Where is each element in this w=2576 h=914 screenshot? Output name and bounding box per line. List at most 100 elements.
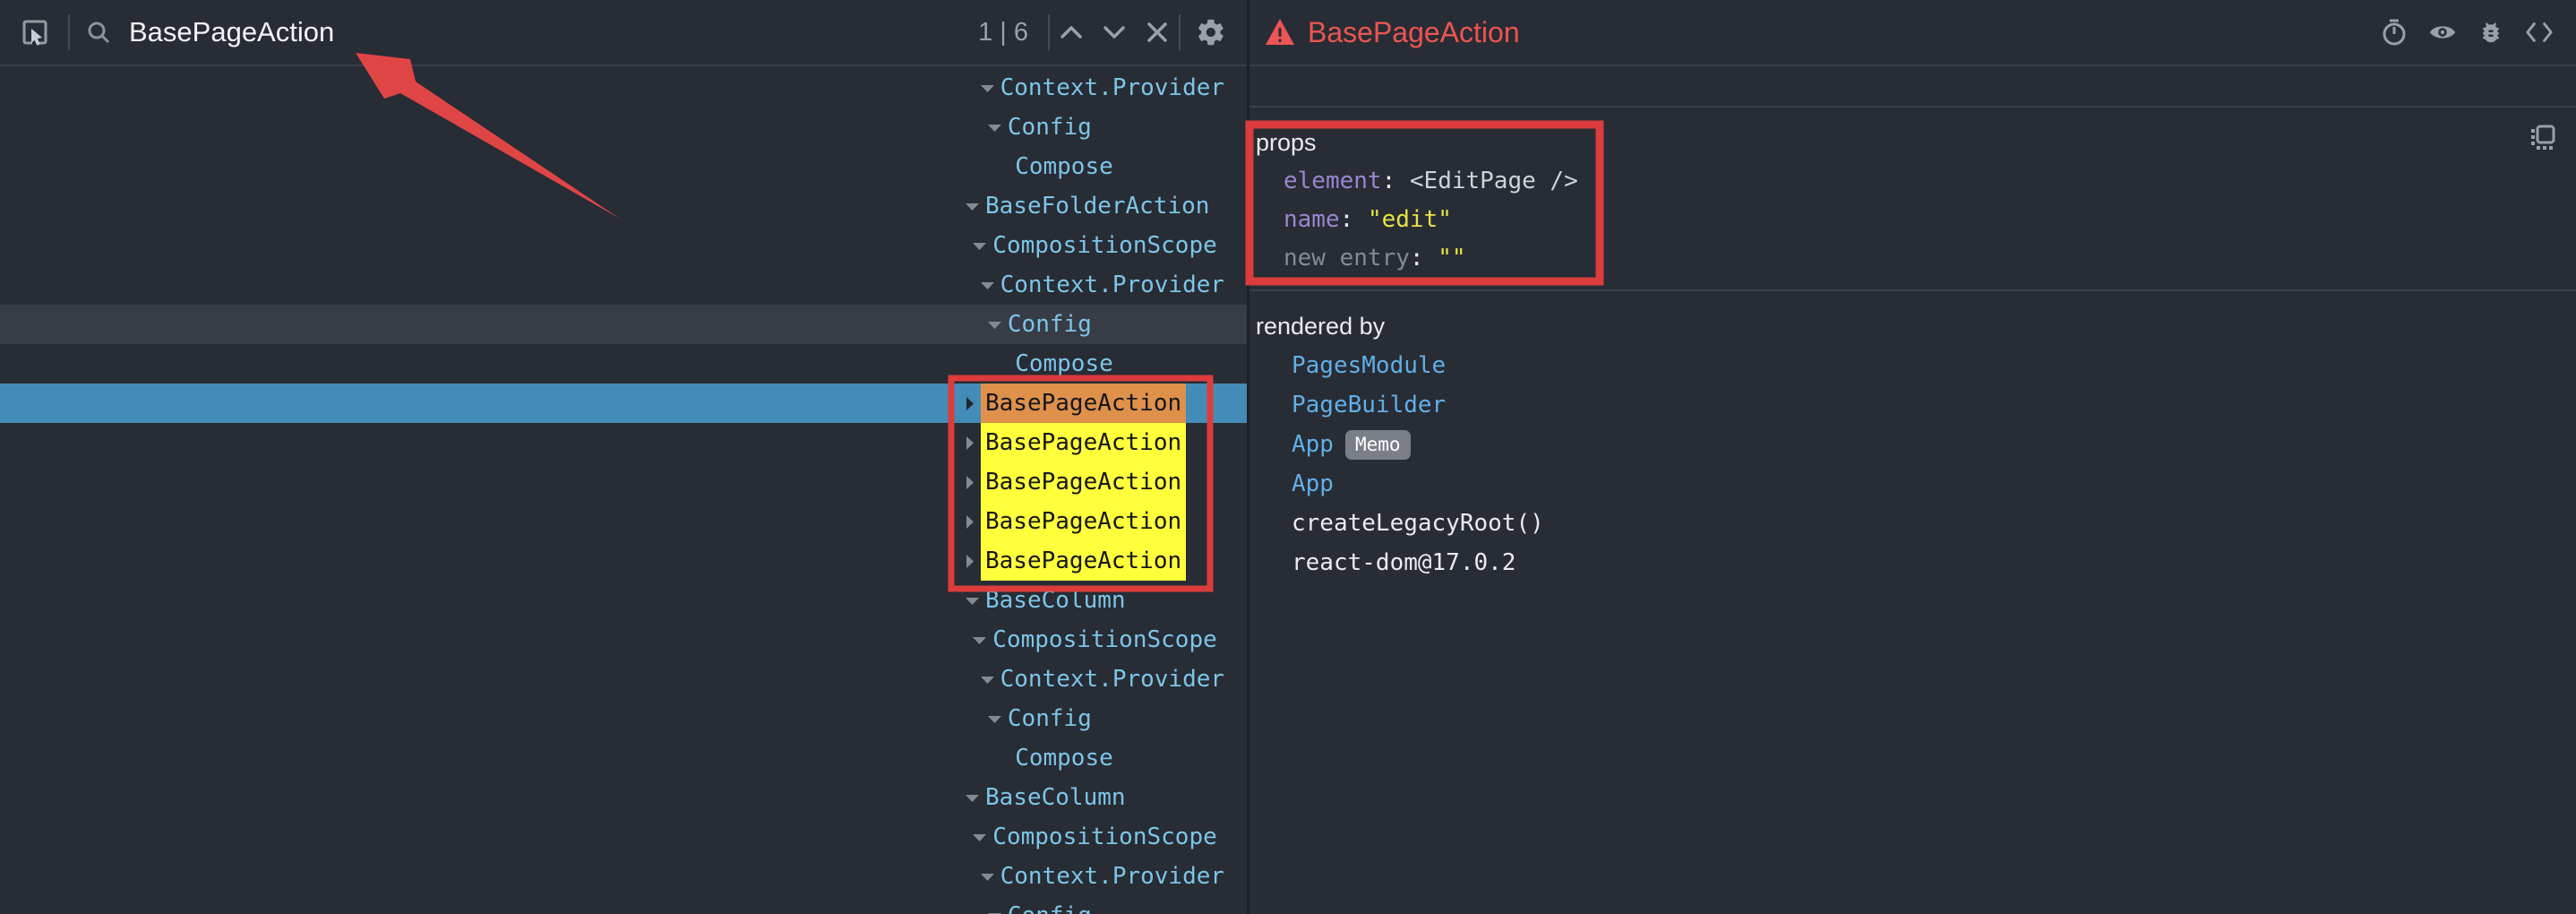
chevron-expanded-icon[interactable] <box>972 241 992 251</box>
component-name: BasePageAction <box>981 462 1186 502</box>
tree-row-compose[interactable]: Compose <box>0 344 1247 384</box>
component-name: BasePageAction <box>981 541 1186 581</box>
prop-key: new entry <box>1284 245 1410 272</box>
prop-value[interactable]: <EditPage /> <box>1410 168 1578 194</box>
component-name: Config <box>1008 896 1092 914</box>
tree-row-context-provider[interactable]: Context.Provider <box>0 857 1247 896</box>
owner-name: App <box>1292 425 1334 464</box>
toolbar-divider <box>1048 14 1050 50</box>
chevron-down-icon[interactable] <box>1098 16 1130 48</box>
inspector-actions <box>2381 19 2576 46</box>
component-name: Compose <box>1015 147 1113 186</box>
tree-row-config[interactable]: Config <box>0 108 1247 147</box>
chevron-expanded-icon[interactable] <box>987 320 1008 330</box>
component-tree-panel: BasePageAction 1 | 6 <box>0 0 1247 914</box>
tree-row-basefolderaction[interactable]: BaseFolderAction <box>0 186 1247 226</box>
chevron-expanded-icon[interactable] <box>972 832 992 842</box>
code-brackets-icon[interactable] <box>2526 19 2553 46</box>
tree-row-context-provider[interactable]: Context.Provider <box>0 660 1247 699</box>
prop-colon: : <box>1410 245 1438 272</box>
stopwatch-icon[interactable] <box>2381 19 2408 46</box>
chevron-up-icon[interactable] <box>1055 16 1087 48</box>
tree-row-context-provider[interactable]: Context.Provider <box>0 68 1247 108</box>
chevron-expanded-icon[interactable] <box>965 202 985 211</box>
component-name: Config <box>1008 699 1092 738</box>
component-name: BaseColumn <box>985 581 1126 620</box>
chevron-expanded-icon[interactable] <box>987 123 1008 133</box>
chevron-expanded-icon[interactable] <box>972 635 992 645</box>
props-section: props element: <EditPage />name: "edit"n… <box>1249 108 2576 291</box>
component-name: Config <box>1008 305 1092 344</box>
owner-row-app[interactable]: App <box>1249 464 2576 504</box>
owner-name: PagesModule <box>1292 346 1446 385</box>
tree-row-basepageaction[interactable]: BasePageAction <box>0 384 1247 423</box>
copy-icon[interactable] <box>2529 124 2556 151</box>
close-icon[interactable] <box>1141 16 1173 48</box>
chevron-expanded-icon[interactable] <box>980 83 1000 93</box>
toolbar-divider <box>1179 14 1181 50</box>
component-name: Context.Provider <box>1000 265 1224 305</box>
owner-row-createlegacyroot-: createLegacyRoot() <box>1249 504 2576 543</box>
chevron-expanded-icon[interactable] <box>965 596 985 606</box>
tree-row-basepageaction[interactable]: BasePageAction <box>0 502 1247 541</box>
tree-row-context-provider[interactable]: Context.Provider <box>0 265 1247 305</box>
toolbar-divider <box>68 14 70 50</box>
inspected-element-header: BasePageAction <box>1249 0 2576 66</box>
rendered-by-heading: rendered by <box>1249 291 2576 346</box>
gear-icon[interactable] <box>1195 16 1227 48</box>
chevron-expanded-icon[interactable] <box>987 911 1008 914</box>
tree-row-basepageaction[interactable]: BasePageAction <box>0 423 1247 462</box>
search-icon <box>86 20 111 45</box>
tree-row-config[interactable]: Config <box>0 896 1247 914</box>
chevron-expanded-icon[interactable] <box>980 872 1000 882</box>
owner-row-app[interactable]: App Memo <box>1249 425 2576 464</box>
tree-row-basecolumn[interactable]: BaseColumn <box>0 778 1247 817</box>
search-result-count: 1 | 6 <box>978 18 1028 47</box>
prop-key: name <box>1284 206 1340 233</box>
tree-row-basepageaction[interactable]: BasePageAction <box>0 462 1247 502</box>
props-list: element: <EditPage />name: "edit"new ent… <box>1249 162 2576 278</box>
tree-row-config[interactable]: Config <box>0 305 1247 344</box>
chevron-expanded-icon[interactable] <box>965 793 985 803</box>
tree-row-config[interactable]: Config <box>0 699 1247 738</box>
chevron-expanded-icon[interactable] <box>987 714 1008 724</box>
prop-colon: : <box>1382 168 1410 194</box>
inspect-element-icon[interactable] <box>20 17 50 47</box>
tree-row-compose[interactable]: Compose <box>0 147 1247 186</box>
component-name: CompositionScope <box>992 226 1216 265</box>
tree-toolbar: BasePageAction 1 | 6 <box>0 0 1247 66</box>
owner-row-pagesmodule[interactable]: PagesModule <box>1249 346 2576 385</box>
chevron-expanded-icon[interactable] <box>980 675 1000 685</box>
owner-name: react-dom@17.0.2 <box>1292 543 1516 582</box>
component-name: Context.Provider <box>1000 68 1224 108</box>
owner-row-pagebuilder[interactable]: PageBuilder <box>1249 385 2576 425</box>
tree-row-compositionscope[interactable]: CompositionScope <box>0 226 1247 265</box>
component-name: BasePageAction <box>981 384 1186 423</box>
component-name: Compose <box>1015 344 1113 384</box>
prop-value[interactable]: "edit" <box>1368 206 1452 233</box>
eye-icon[interactable] <box>2429 19 2456 46</box>
prop-row[interactable]: name: "edit" <box>1249 201 2576 239</box>
prop-value[interactable]: "" <box>1438 245 1465 272</box>
component-name: CompositionScope <box>992 817 1216 857</box>
owner-name: PageBuilder <box>1292 385 1446 425</box>
component-name: BasePageAction <box>981 502 1186 541</box>
tree-row-compose[interactable]: Compose <box>0 738 1247 778</box>
tree-row-basecolumn[interactable]: BaseColumn <box>0 581 1247 620</box>
tree-row-compositionscope[interactable]: CompositionScope <box>0 620 1247 660</box>
component-name: Compose <box>1015 738 1113 778</box>
rendered-by-section: rendered by PagesModulePageBuilderAppMem… <box>1249 291 2576 582</box>
search-input[interactable]: BasePageAction <box>129 16 978 48</box>
component-name: BaseFolderAction <box>985 186 1209 226</box>
prop-row[interactable]: element: <EditPage /> <box>1249 162 2576 201</box>
prop-row[interactable]: new entry: "" <box>1249 239 2576 278</box>
tree-row-basepageaction[interactable]: BasePageAction <box>0 541 1247 581</box>
memo-badge: Memo <box>1345 430 1411 460</box>
tree-row-compositionscope[interactable]: CompositionScope <box>0 817 1247 857</box>
react-devtools-components-panel: BasePageAction 1 | 6 <box>0 0 2576 914</box>
prop-colon: : <box>1340 206 1368 233</box>
bug-icon[interactable] <box>2477 19 2504 46</box>
chevron-expanded-icon[interactable] <box>980 280 1000 290</box>
rendered-by-list: PagesModulePageBuilderAppMemoAppcreateLe… <box>1249 346 2576 582</box>
owner-row-react-dom-17-0-2: react-dom@17.0.2 <box>1249 543 2576 582</box>
